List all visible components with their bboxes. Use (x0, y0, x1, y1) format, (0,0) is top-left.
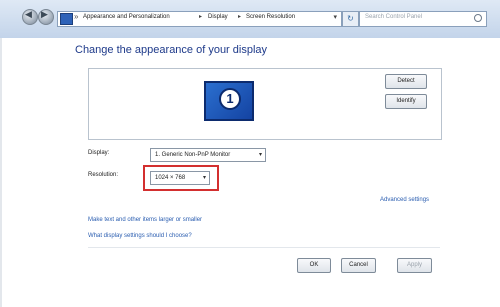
breadcrumb-display[interactable]: Display (208, 14, 228, 20)
search-icon (474, 14, 482, 22)
text-size-link[interactable]: Make text and other items larger or smal… (88, 217, 202, 223)
resolution-dropdown[interactable]: 1024 × 768 ▾ (150, 171, 210, 185)
monitor-number: 1 (219, 88, 241, 110)
chevron-down-icon: ▾ (202, 175, 206, 181)
address-toolbar: ◀ ▶ » Appearance and Personalization ▸ D… (0, 0, 500, 38)
ok-button[interactable]: OK (297, 258, 331, 273)
display-value: 1. Generic Non-PnP Monitor (155, 152, 231, 158)
search-input[interactable]: Search Control Panel (359, 11, 487, 27)
address-bar[interactable]: » Appearance and Personalization ▸ Displ… (57, 11, 342, 27)
resolution-value: 1024 × 768 (155, 175, 186, 181)
forward-button[interactable]: ▶ (38, 9, 54, 25)
identify-button[interactable]: Identify (385, 94, 427, 109)
divider (88, 247, 440, 248)
breadcrumb-separator-icon: ▸ (238, 14, 242, 20)
forward-arrow-icon: ▶ (41, 9, 48, 19)
search-placeholder: Search Control Panel (365, 14, 423, 20)
refresh-icon: ↻ (347, 14, 354, 23)
address-dropdown-icon[interactable]: ▾ (333, 13, 337, 21)
left-pane (0, 38, 55, 307)
resolution-label: Resolution: (88, 172, 119, 178)
back-button[interactable]: ◀ (22, 9, 38, 25)
apply-button[interactable]: Apply (397, 258, 432, 273)
page-title: Change the appearance of your display (75, 44, 268, 56)
detect-button[interactable]: Detect (385, 74, 427, 89)
refresh-button[interactable]: ↻ (342, 11, 359, 27)
control-panel-icon (60, 13, 73, 25)
display-help-link[interactable]: What display settings should I choose? (88, 233, 192, 239)
chevron-down-icon: ▾ (258, 152, 262, 158)
chevron-icon: » (74, 12, 79, 21)
breadcrumb-appearance[interactable]: Appearance and Personalization (83, 14, 170, 20)
pane-divider (0, 38, 2, 307)
display-label: Display: (88, 150, 110, 156)
breadcrumb-separator-icon: ▸ (199, 14, 203, 20)
advanced-settings-link[interactable]: Advanced settings (380, 197, 429, 203)
breadcrumb-screen-resolution[interactable]: Screen Resolution (246, 14, 295, 20)
back-arrow-icon: ◀ (25, 9, 32, 19)
display-dropdown[interactable]: 1. Generic Non-PnP Monitor ▾ (150, 148, 266, 162)
cancel-button[interactable]: Cancel (341, 258, 376, 273)
